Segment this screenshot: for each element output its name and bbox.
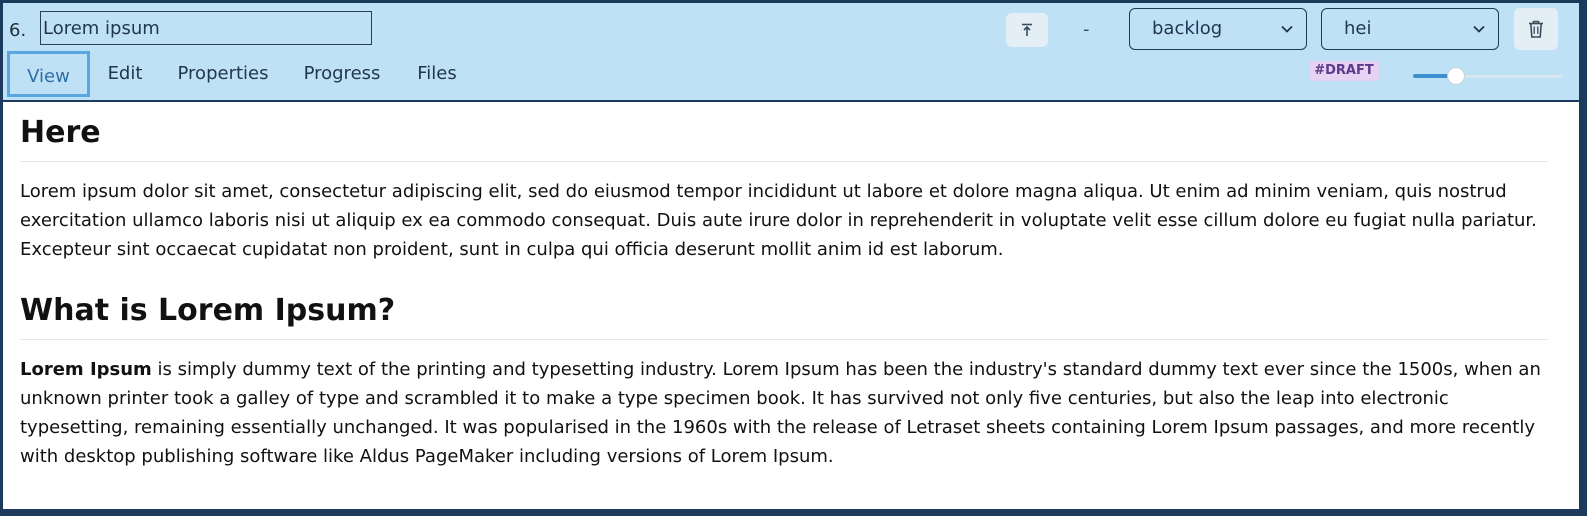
move-to-top-icon [1022,23,1032,36]
content-paragraph-2: Lorem Ipsum is simply dummy text of the … [20,355,1548,471]
status-select-value: backlog [1152,18,1223,39]
item-index: 6. [9,20,27,41]
separator-dash: - [1083,19,1090,40]
tab-files[interactable]: Files [406,51,468,97]
slider-thumb[interactable] [1447,67,1465,85]
title-input[interactable] [40,11,372,45]
tab-properties[interactable]: Properties [167,51,279,97]
tab-progress[interactable]: Progress [293,51,391,97]
content-paragraph-1: Lorem ipsum dolor sit amet, consectetur … [20,181,1537,260]
chevron-down-icon [1281,25,1293,33]
assignee-select-value: hei [1344,18,1372,39]
item-header: 6. - backlog hei [3,3,1579,102]
tab-view[interactable]: View [7,51,90,97]
chevron-down-icon [1473,25,1485,33]
paragraph-2-bold: Lorem Ipsum [20,359,152,380]
progress-slider[interactable] [1413,66,1563,86]
content-heading-here: Here [20,115,1548,162]
content-heading-what: What is Lorem Ipsum? [20,293,1548,340]
draft-tag-badge: #DRAFT [1309,61,1379,81]
paragraph-2-text: is simply dummy text of the printing and… [20,359,1541,467]
tab-edit[interactable]: Edit [95,51,155,97]
move-to-top-button[interactable] [1006,13,1048,47]
status-select[interactable]: backlog [1129,8,1307,50]
assignee-select[interactable]: hei [1321,8,1499,50]
delete-button[interactable] [1514,8,1558,50]
trash-icon [1529,20,1543,38]
item-card: 6. - backlog hei [3,3,1579,509]
